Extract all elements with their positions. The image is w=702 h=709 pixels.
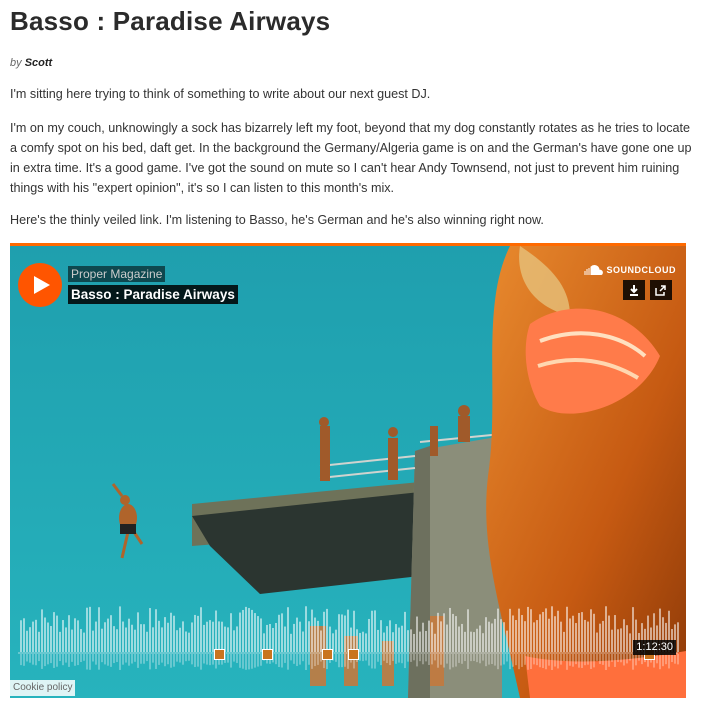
share-icon <box>655 285 666 296</box>
play-icon <box>34 276 50 294</box>
soundcloud-brand-text: SOUNDCLOUD <box>606 265 676 275</box>
artist-link[interactable]: Proper Magazine <box>68 266 166 282</box>
track-title-link[interactable]: Basso : Paradise Airways <box>68 285 238 304</box>
byline-prefix: by <box>10 57 22 69</box>
soundcloud-logo-icon <box>584 265 603 275</box>
comment-avatar[interactable] <box>322 649 333 660</box>
byline: by Scott <box>10 57 52 69</box>
soundcloud-player[interactable]: Proper Magazine Basso : Paradise Airways… <box>10 243 686 698</box>
download-button[interactable] <box>623 280 645 300</box>
article-title: Basso : Paradise Airways <box>10 6 331 36</box>
cover-artwork <box>10 246 686 698</box>
comment-avatar[interactable] <box>262 649 273 660</box>
soundcloud-logo[interactable]: SOUNDCLOUD <box>583 265 677 275</box>
article-paragraph: I'm sitting here trying to think of some… <box>10 87 431 101</box>
track-duration: 1:12:30 <box>633 640 676 655</box>
author-name[interactable]: Scott <box>25 57 53 69</box>
comment-avatar[interactable] <box>214 649 225 660</box>
play-button[interactable] <box>18 263 62 307</box>
comment-avatar[interactable] <box>348 649 359 660</box>
article-paragraph: I'm on my couch, unknowingly a sock has … <box>10 121 692 195</box>
share-button[interactable] <box>650 280 672 300</box>
article-paragraph: Here's the thinly veiled link. I'm liste… <box>10 213 544 227</box>
download-icon <box>630 285 638 296</box>
cookie-policy-link[interactable]: Cookie policy <box>10 680 76 696</box>
